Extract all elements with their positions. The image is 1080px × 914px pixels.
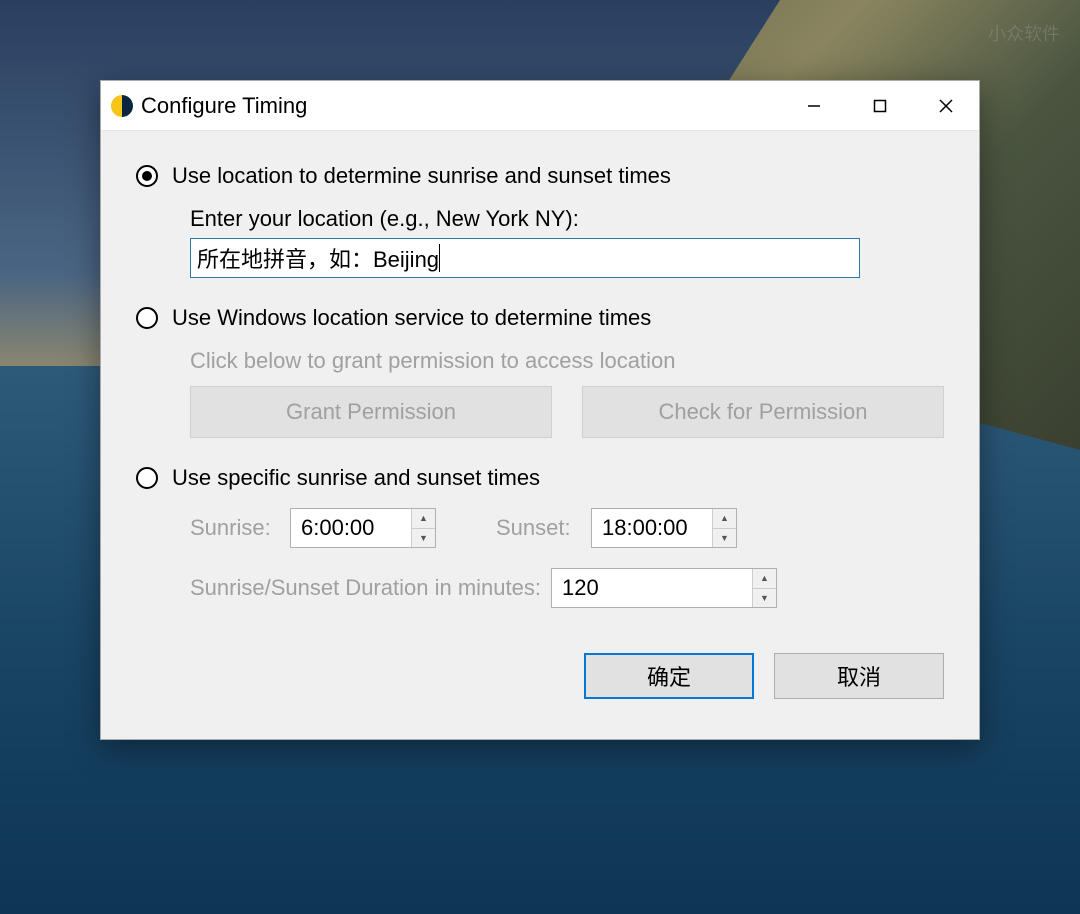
cancel-button[interactable]: 取消	[774, 653, 944, 699]
sunset-down-button[interactable]: ▼	[713, 529, 736, 548]
window-title: Configure Timing	[141, 93, 781, 119]
ok-button[interactable]: 确定	[584, 653, 754, 699]
duration-value[interactable]: 120	[552, 569, 752, 607]
location-input-label: Enter your location (e.g., New York NY):	[190, 206, 944, 232]
radio-use-location[interactable]	[136, 165, 158, 187]
sunrise-value[interactable]: 6:00:00	[291, 509, 411, 547]
radio-windows-location[interactable]	[136, 307, 158, 329]
sunset-label: Sunset:	[496, 515, 581, 541]
sunset-up-button[interactable]: ▲	[713, 509, 736, 529]
sunset-input[interactable]: 18:00:00 ▲ ▼	[591, 508, 737, 548]
radio-use-location-label[interactable]: Use location to determine sunrise and su…	[172, 161, 671, 191]
sunset-value[interactable]: 18:00:00	[592, 509, 712, 547]
radio-specific-times[interactable]	[136, 467, 158, 489]
location-input[interactable]: 所在地拼音，如：Beijing	[190, 238, 860, 278]
close-button[interactable]	[913, 81, 979, 130]
permission-hint: Click below to grant permission to acces…	[190, 348, 944, 374]
duration-up-button[interactable]: ▲	[753, 569, 776, 589]
titlebar: Configure Timing	[101, 81, 979, 131]
duration-label: Sunrise/Sunset Duration in minutes:	[190, 575, 541, 601]
radio-windows-location-label[interactable]: Use Windows location service to determin…	[172, 303, 651, 333]
watermark-text: 小众软件	[988, 20, 1060, 46]
sunrise-input[interactable]: 6:00:00 ▲ ▼	[290, 508, 436, 548]
radio-specific-times-label[interactable]: Use specific sunrise and sunset times	[172, 463, 540, 493]
check-permission-button[interactable]: Check for Permission	[582, 386, 944, 438]
minimize-button[interactable]	[781, 81, 847, 130]
maximize-button[interactable]	[847, 81, 913, 130]
duration-down-button[interactable]: ▼	[753, 589, 776, 608]
app-icon	[111, 95, 133, 117]
sunrise-label: Sunrise:	[190, 515, 280, 541]
configure-timing-dialog: Configure Timing Use location to determi…	[100, 80, 980, 740]
sunrise-up-button[interactable]: ▲	[412, 509, 435, 529]
grant-permission-button[interactable]: Grant Permission	[190, 386, 552, 438]
sunrise-down-button[interactable]: ▼	[412, 529, 435, 548]
duration-input[interactable]: 120 ▲ ▼	[551, 568, 777, 608]
